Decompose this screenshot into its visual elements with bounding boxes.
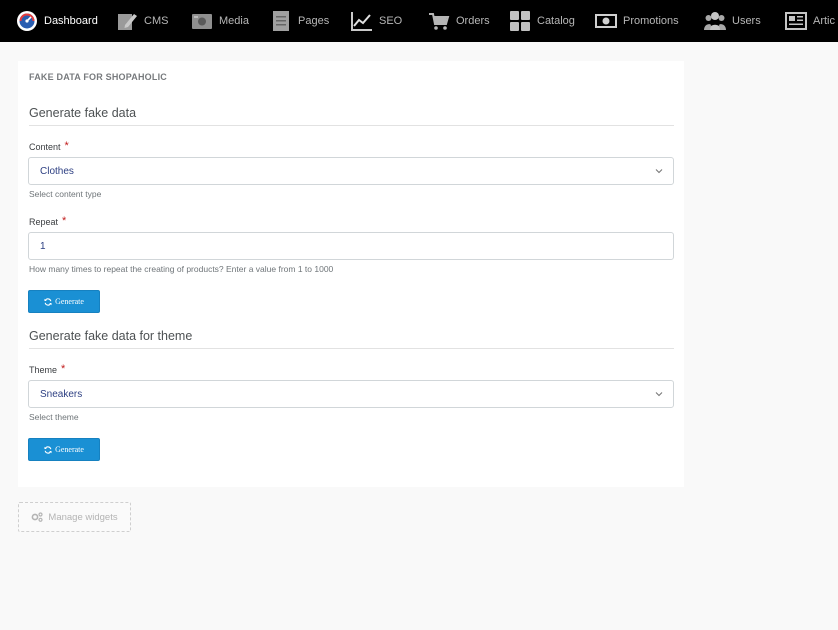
manage-widgets-button[interactable]: Manage widgets <box>18 502 131 532</box>
promotions-money-icon <box>595 10 617 32</box>
content-select-value: Clothes <box>40 165 74 177</box>
nav-item-pages[interactable]: Pages <box>270 0 329 42</box>
media-image-icon <box>191 10 213 32</box>
section-title-generate: Generate fake data <box>29 106 674 126</box>
content-label: Content * <box>29 140 69 153</box>
nav-item-label: Orders <box>456 15 490 27</box>
generate-button-label: Generate <box>55 297 84 306</box>
seo-chart-icon <box>351 10 373 32</box>
chevron-down-icon <box>655 167 663 175</box>
nav-item-promotions[interactable]: Promotions <box>595 0 679 42</box>
nav-item-label: Artic <box>813 15 835 27</box>
section-title-theme: Generate fake data for theme <box>29 329 674 349</box>
widget-title: FAKE DATA FOR SHOPAHOLIC <box>29 72 167 82</box>
nav-item-label: CMS <box>144 15 169 27</box>
nav-item-label: Catalog <box>537 15 575 27</box>
nav-item-orders[interactable]: Orders <box>428 0 490 42</box>
content-label-text: Content <box>29 142 61 152</box>
required-mark: * <box>61 363 66 375</box>
repeat-input-value: 1 <box>40 240 46 252</box>
content-help-text: Select content type <box>29 189 102 199</box>
fake-data-widget: FAKE DATA FOR SHOPAHOLIC Generate fake d… <box>18 61 684 487</box>
cms-pencil-icon <box>116 10 138 32</box>
theme-select-value: Sneakers <box>40 388 83 400</box>
nav-item-label: Dashboard <box>44 15 98 27</box>
content-select[interactable]: Clothes <box>28 157 674 185</box>
nav-item-cms[interactable]: CMS <box>116 0 168 42</box>
pages-document-icon <box>270 10 292 32</box>
manage-widgets-label: Manage widgets <box>48 511 118 523</box>
nav-item-media[interactable]: Media <box>191 0 249 42</box>
refresh-icon <box>44 445 52 454</box>
users-group-icon <box>704 10 726 32</box>
theme-help-text: Select theme <box>29 412 79 422</box>
nav-item-label: Media <box>219 15 249 27</box>
required-mark: * <box>64 140 69 152</box>
repeat-input[interactable]: 1 <box>28 232 674 260</box>
nav-item-dashboard[interactable]: Dashboard <box>16 0 98 42</box>
theme-label-text: Theme <box>29 365 58 375</box>
top-navigation: Dashboard CMS Media Pages SEO Orders Cat… <box>0 0 838 42</box>
nav-item-label: Pages <box>298 15 330 27</box>
refresh-icon <box>44 297 52 306</box>
gears-icon <box>32 512 44 522</box>
nav-item-seo[interactable]: SEO <box>351 0 402 42</box>
generate-theme-button[interactable]: Generate <box>28 438 100 461</box>
dashboard-gauge-icon <box>16 10 38 32</box>
chevron-down-icon <box>655 390 663 398</box>
nav-item-catalog[interactable]: Catalog <box>509 0 575 42</box>
theme-select[interactable]: Sneakers <box>28 380 674 408</box>
generate-theme-button-label: Generate <box>55 445 84 454</box>
nav-item-label: Promotions <box>623 15 679 27</box>
nav-item-label: Users <box>732 15 761 27</box>
repeat-label: Repeat * <box>29 215 67 228</box>
catalog-grid-icon <box>509 10 531 32</box>
repeat-label-text: Repeat <box>29 217 59 227</box>
repeat-help-text: How many times to repeat the creating of… <box>29 264 334 274</box>
nav-item-articles[interactable]: Artic <box>785 0 835 42</box>
orders-cart-icon <box>428 10 450 32</box>
articles-newspaper-icon <box>785 10 807 32</box>
nav-item-users[interactable]: Users <box>704 0 761 42</box>
nav-item-label: SEO <box>379 15 403 27</box>
theme-label: Theme * <box>29 363 66 376</box>
generate-button[interactable]: Generate <box>28 290 100 313</box>
required-mark: * <box>62 215 67 227</box>
